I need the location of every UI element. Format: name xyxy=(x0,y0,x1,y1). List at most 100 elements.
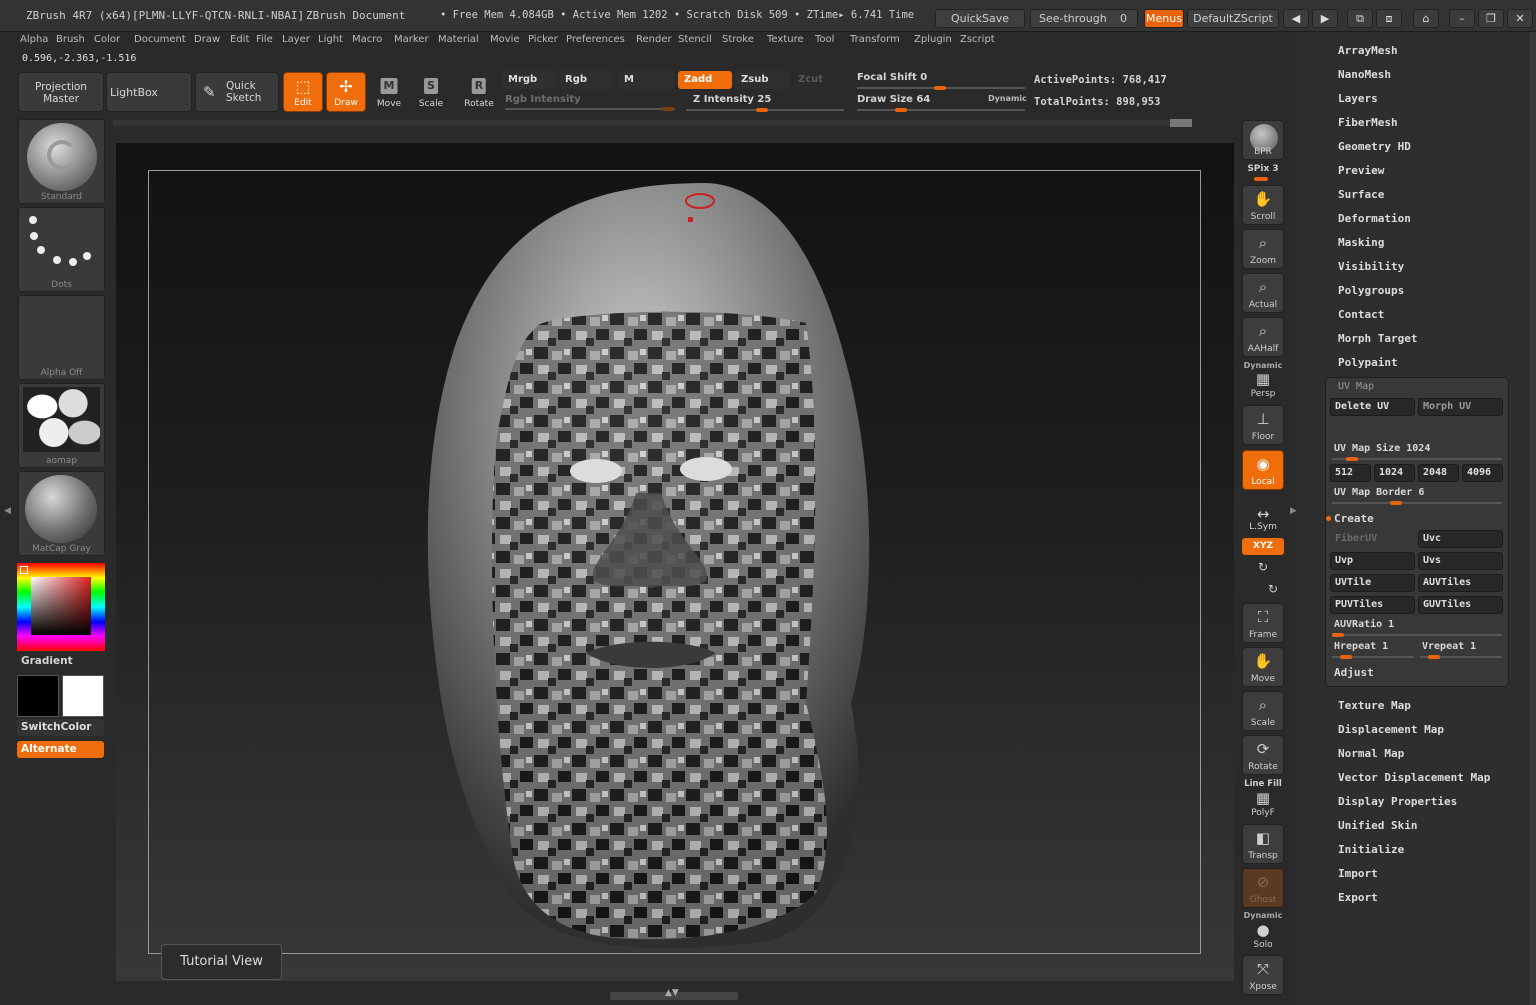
menu-color[interactable]: Color xyxy=(94,34,120,45)
tool-menu-visibility[interactable]: Visibility xyxy=(1338,260,1404,273)
auvratio-track[interactable] xyxy=(1332,634,1502,636)
rgb-intensity-knob[interactable] xyxy=(662,107,674,111)
lsym-button[interactable]: ↔ L.Sym xyxy=(1242,494,1284,534)
draw-button[interactable]: ✢ Draw xyxy=(326,72,366,112)
focal-shift-knob[interactable] xyxy=(934,86,946,90)
z-intensity-slider[interactable]: Z Intensity 25 xyxy=(693,94,771,105)
tool-menu-normal-map[interactable]: Normal Map xyxy=(1338,747,1404,760)
texture-thumbnail[interactable]: aomap xyxy=(18,383,105,468)
mrgb-button[interactable]: Mrgb xyxy=(502,71,556,89)
uvs-button[interactable]: Uvs xyxy=(1418,552,1503,570)
menu-alpha[interactable]: Alpha xyxy=(20,34,48,45)
z-intensity-knob[interactable] xyxy=(756,108,768,112)
uv-map-border-track[interactable] xyxy=(1332,502,1502,504)
bottom-tray-handle[interactable]: ▲▼ xyxy=(610,988,738,1000)
menu-transform[interactable]: Transform xyxy=(850,34,900,45)
puvtiles-button[interactable]: PUVTiles xyxy=(1330,596,1415,614)
menu-material[interactable]: Material xyxy=(438,34,479,45)
uv-map-border-slider[interactable]: UV Map Border 6 xyxy=(1334,487,1424,498)
tool-menu-polypaint[interactable]: Polypaint xyxy=(1338,356,1398,369)
tool-menu-masking[interactable]: Masking xyxy=(1338,236,1384,249)
color-saturation-square[interactable] xyxy=(31,577,91,635)
tool-menu-contact[interactable]: Contact xyxy=(1338,308,1384,321)
draw-size-track[interactable] xyxy=(857,109,1025,111)
morph-uv-button[interactable]: Morph UV xyxy=(1418,398,1503,416)
color-picker[interactable] xyxy=(17,563,105,651)
alternate-button[interactable]: Alternate xyxy=(17,741,104,758)
stripe-right-icon[interactable]: ▶ xyxy=(1312,9,1338,28)
top-scroll-thumb[interactable] xyxy=(1170,119,1192,127)
uv-size-512-button[interactable]: 512 xyxy=(1330,464,1371,482)
right-panel-scrollbar[interactable] xyxy=(1530,32,1536,1005)
spix-slider[interactable]: SPix 3 xyxy=(1242,164,1284,174)
main-color-swatch[interactable] xyxy=(17,675,59,717)
rotate-z-icon[interactable]: ↻ xyxy=(1252,582,1294,596)
edit-button[interactable]: ⬚ Edit xyxy=(283,72,323,112)
menu-edit[interactable]: Edit xyxy=(230,34,249,45)
adjust-subpalette[interactable]: Adjust xyxy=(1334,666,1374,679)
bpr-button[interactable]: BPR xyxy=(1242,120,1284,160)
ghost-button[interactable]: ⊘ Ghost xyxy=(1242,868,1284,908)
actual-button[interactable]: ⌕ Actual xyxy=(1242,273,1284,313)
xpose-button[interactable]: ⤧ Xpose xyxy=(1242,955,1284,995)
see-through-slider[interactable]: See-through 0 xyxy=(1030,9,1138,28)
uv-size-4096-button[interactable]: 4096 xyxy=(1462,464,1503,482)
secondary-color-swatch[interactable] xyxy=(62,675,104,717)
xyz-button[interactable]: XYZ xyxy=(1242,538,1284,555)
tool-menu-unified-skin[interactable]: Unified Skin xyxy=(1338,819,1417,832)
draw-size-knob[interactable] xyxy=(895,108,907,112)
focal-shift-slider[interactable]: Focal Shift 0 xyxy=(857,72,927,83)
tool-menu-preview[interactable]: Preview xyxy=(1338,164,1384,177)
tool-menu-initialize[interactable]: Initialize xyxy=(1338,843,1404,856)
tool-menu-geometry-hd[interactable]: Geometry HD xyxy=(1338,140,1411,153)
menu-render[interactable]: Render xyxy=(636,34,672,45)
menu-stencil[interactable]: Stencil xyxy=(678,34,712,45)
projection-master-button[interactable]: Projection Master xyxy=(18,72,104,112)
restore-icon[interactable]: ❐ xyxy=(1478,9,1504,28)
tool-menu-nanomesh[interactable]: NanoMesh xyxy=(1338,68,1391,81)
uvtile-button[interactable]: UVTile xyxy=(1330,574,1415,592)
menu-layer[interactable]: Layer xyxy=(282,34,310,45)
tool-menu-displacement-map[interactable]: Displacement Map xyxy=(1338,723,1444,736)
uv-map-title[interactable]: UV Map xyxy=(1338,381,1374,392)
aahalf-button[interactable]: ⌕ AAHalf xyxy=(1242,317,1284,357)
scale-button[interactable]: S Scale xyxy=(412,72,450,112)
minimize-icon[interactable]: – xyxy=(1449,9,1475,28)
menu-tool[interactable]: Tool xyxy=(815,34,834,45)
m-button[interactable]: M xyxy=(618,71,674,89)
lightbox-button[interactable]: LightBox xyxy=(106,72,192,112)
scale-view-button[interactable]: ⌕ Scale xyxy=(1242,691,1284,731)
local-button[interactable]: ◉ Local xyxy=(1242,450,1284,490)
uv-size-1024-button[interactable]: 1024 xyxy=(1374,464,1415,482)
delete-uv-button[interactable]: Delete UV xyxy=(1330,398,1415,416)
alpha-thumbnail[interactable]: Alpha Off xyxy=(18,295,105,380)
tool-menu-display-properties[interactable]: Display Properties xyxy=(1338,795,1457,808)
menu-movie[interactable]: Movie xyxy=(490,34,520,45)
auvtiles-button[interactable]: AUVTiles xyxy=(1418,574,1503,592)
tool-menu-polygroups[interactable]: Polygroups xyxy=(1338,284,1404,297)
tool-menu-texture-map[interactable]: Texture Map xyxy=(1338,699,1411,712)
layout-alt-icon[interactable]: ⧈ xyxy=(1376,9,1402,28)
uvp-button[interactable]: Uvp xyxy=(1330,552,1415,570)
rgb-button[interactable]: Rgb xyxy=(559,71,615,89)
menu-picker[interactable]: Picker xyxy=(528,34,558,45)
uv-map-border-knob[interactable] xyxy=(1390,501,1402,505)
scroll-button[interactable]: ✋ Scroll xyxy=(1242,185,1284,225)
tool-menu-deformation[interactable]: Deformation xyxy=(1338,212,1411,225)
fiberuv-button[interactable]: FiberUV xyxy=(1330,530,1415,548)
auvratio-slider[interactable]: AUVRatio 1 xyxy=(1334,619,1394,630)
default-zscript-button[interactable]: DefaultZScript xyxy=(1187,9,1279,28)
tool-menu-morph-target[interactable]: Morph Target xyxy=(1338,332,1417,345)
tool-menu-vector-displacement-map[interactable]: Vector Displacement Map xyxy=(1338,771,1490,784)
create-subpalette[interactable]: Create xyxy=(1334,512,1374,525)
menu-document[interactable]: Document xyxy=(134,34,186,45)
tool-menu-surface[interactable]: Surface xyxy=(1338,188,1384,201)
close-icon[interactable]: ✕ xyxy=(1507,9,1533,28)
frame-button[interactable]: ⛶ Frame xyxy=(1242,603,1284,643)
tool-menu-layers[interactable]: Layers xyxy=(1338,92,1378,105)
transp-button[interactable]: ◧ Transp xyxy=(1242,824,1284,864)
draw-size-slider[interactable]: Draw Size 64 xyxy=(857,94,930,105)
hrepeat-knob[interactable] xyxy=(1340,655,1352,659)
tool-menu-arraymesh[interactable]: ArrayMesh xyxy=(1338,44,1398,57)
vrepeat-knob[interactable] xyxy=(1428,655,1440,659)
